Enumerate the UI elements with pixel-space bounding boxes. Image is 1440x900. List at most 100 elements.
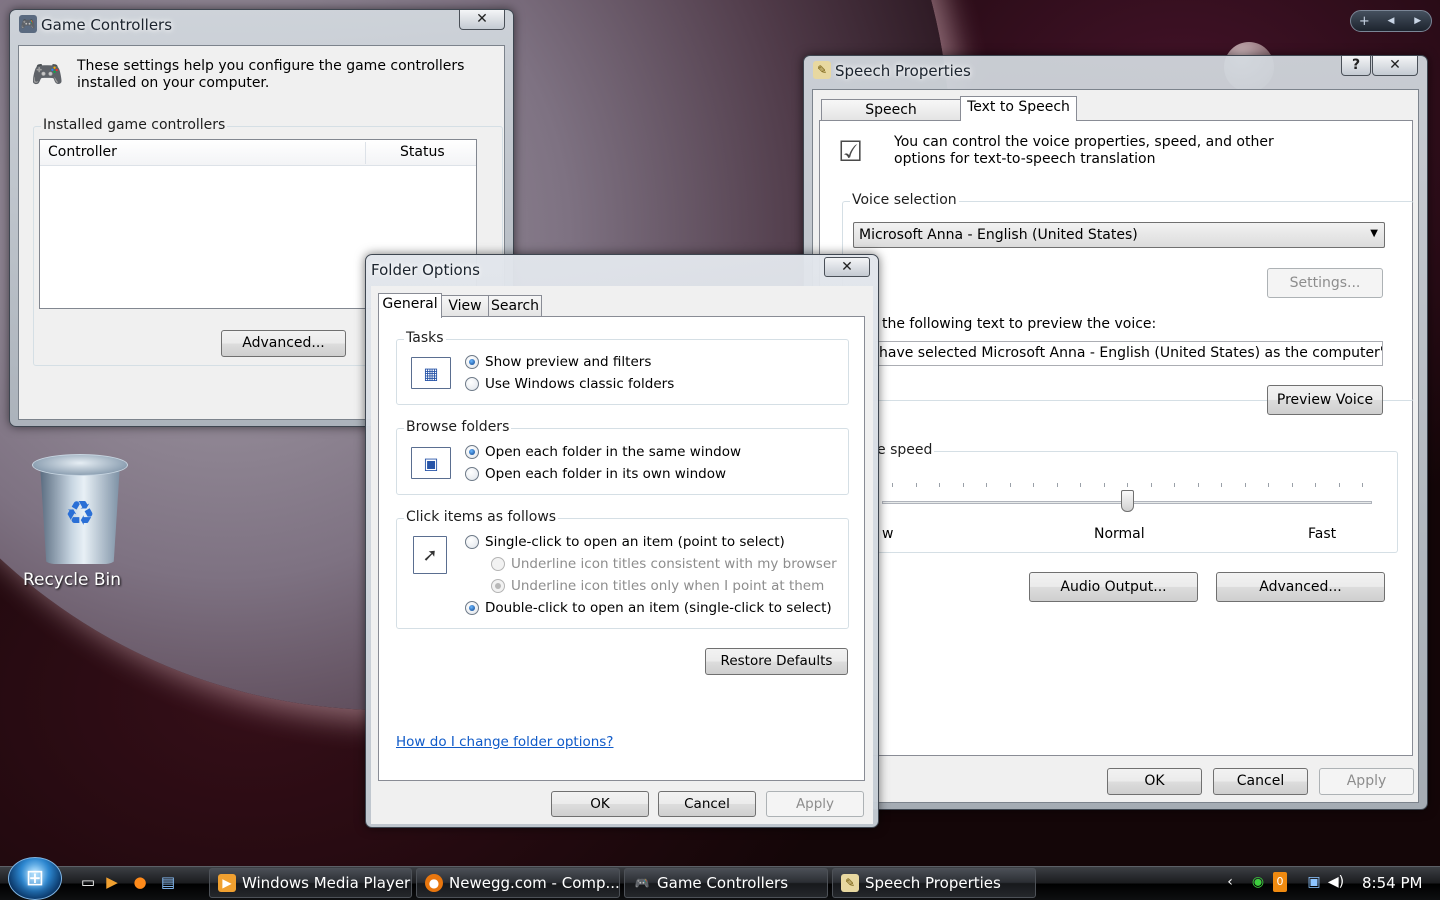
radio-label[interactable]: Open each folder in the same window	[485, 444, 741, 460]
column-header-controller[interactable]: Controller	[48, 144, 117, 160]
media-player-icon[interactable]: ▶	[102, 872, 122, 892]
speed-tick	[962, 483, 964, 487]
recycle-bin[interactable]: ♻ Recycle Bin	[18, 452, 128, 590]
media-player-icon: ▶	[218, 874, 236, 892]
preview-voice-button[interactable]: Preview Voice	[1267, 385, 1383, 415]
settings-button[interactable]: Settings...	[1267, 268, 1383, 298]
speed-slider-thumb[interactable]	[1121, 490, 1134, 512]
recycle-bin-label[interactable]: Recycle Bin	[18, 570, 126, 590]
sidebar-toggle[interactable]: + ◀ ▶	[1350, 10, 1432, 32]
radio-button[interactable]	[465, 535, 479, 549]
speed-tick	[892, 483, 893, 487]
radio-button[interactable]	[491, 579, 505, 593]
sidebar-next-icon[interactable]: ▶	[1404, 16, 1431, 26]
taskbar-button-label: Speech Properties	[865, 874, 1001, 892]
radio-label[interactable]: Use Windows classic folders	[485, 376, 674, 392]
show-hidden-icon[interactable]: ‹	[1220, 872, 1240, 892]
ok-button[interactable]: OK	[551, 791, 649, 817]
speech-properties-client: Speech Recognition Text to Speech ☑ You …	[812, 89, 1419, 803]
close-button[interactable]: ✕	[1372, 56, 1418, 76]
start-button[interactable]: ⊞	[8, 857, 62, 900]
game-controllers-titlebar[interactable]: 🎮 Game Controllers ✕	[10, 10, 513, 40]
advanced-button[interactable]: Advanced...	[221, 330, 346, 357]
speed-tick	[1338, 483, 1340, 487]
click-items-legend: Click items as follows	[404, 509, 559, 525]
taskbar-button-media-player[interactable]: ▶ Windows Media Player	[209, 868, 412, 898]
radio-label[interactable]: Underline icon titles only when I point …	[511, 578, 824, 594]
column-header-status[interactable]: Status	[400, 144, 445, 160]
apply-button[interactable]: Apply	[1319, 768, 1414, 795]
recycle-bin-icon[interactable]: ♻	[30, 452, 128, 570]
close-button[interactable]: ✕	[824, 257, 870, 277]
show-desktop-icon[interactable]: ▭	[78, 872, 98, 892]
taskbar-button-label: Newegg.com - Comp...	[449, 874, 620, 892]
radio-button[interactable]	[465, 467, 479, 481]
preview-text-input[interactable]: have selected Microsoft Anna - English (…	[875, 341, 1383, 366]
volume-icon[interactable]: ◀)	[1326, 872, 1346, 892]
radio-same-window[interactable]: Open each folder in the same window	[465, 444, 741, 460]
green-app-icon[interactable]: ◉	[1248, 872, 1268, 892]
ok-button[interactable]: OK	[1107, 768, 1202, 795]
radio-own-window[interactable]: Open each folder in its own window	[465, 466, 726, 482]
tab-search[interactable]: Search	[488, 295, 542, 317]
cancel-button[interactable]: Cancel	[1213, 768, 1308, 795]
speech-character-icon: ☑	[838, 135, 864, 168]
radio-button[interactable]	[465, 601, 479, 615]
help-button[interactable]: ?	[1341, 56, 1371, 76]
radio-underline-point[interactable]: Underline icon titles only when I point …	[491, 578, 824, 594]
sidebar-prev-icon[interactable]: ◀	[1378, 16, 1405, 26]
speed-fast-label: Fast	[1308, 526, 1337, 542]
browse-folders-legend: Browse folders	[404, 419, 512, 435]
firefox-icon: ●	[425, 874, 443, 892]
browse-folders-group: Browse folders ▣ Open each folder in the…	[396, 419, 849, 495]
speech-properties-titlebar[interactable]: ✎ Speech Properties ? ✕	[804, 56, 1427, 86]
radio-button[interactable]	[491, 557, 505, 571]
tab-speech-recognition[interactable]: Speech Recognition	[821, 99, 961, 138]
game-controller-icon: 🎮	[634, 876, 650, 890]
network-icon[interactable]: ▣	[1304, 872, 1324, 892]
speed-tick	[1197, 483, 1199, 487]
radio-button[interactable]	[465, 377, 479, 391]
taskbar-button-newegg[interactable]: ● Newegg.com - Comp...	[416, 868, 620, 898]
speed-tick	[1221, 483, 1222, 487]
taskbar-button-speech-properties[interactable]: ✎ Speech Properties	[832, 868, 1036, 898]
radio-double-click[interactable]: Double-click to open an item (single-cli…	[465, 600, 832, 616]
clock[interactable]: 8:54 PM	[1362, 874, 1422, 892]
radio-label[interactable]: Double-click to open an item (single-cli…	[485, 600, 832, 616]
switch-windows-icon[interactable]: ▤	[158, 872, 178, 892]
cancel-button[interactable]: Cancel	[658, 791, 756, 817]
orange-app-icon[interactable]: 0	[1273, 872, 1287, 892]
preview-label: the following text to preview the voice:	[882, 316, 1157, 332]
tab-view[interactable]: View	[441, 295, 489, 317]
tasks-group: Tasks ▦ Show preview and filters Use Win…	[396, 330, 849, 405]
speed-tick	[1291, 483, 1293, 487]
radio-show-preview[interactable]: Show preview and filters	[465, 354, 651, 370]
help-link[interactable]: How do I change folder options?	[396, 734, 613, 750]
restore-defaults-button[interactable]: Restore Defaults	[705, 648, 848, 675]
radio-label[interactable]: Underline icon titles consistent with my…	[511, 556, 837, 572]
close-button[interactable]: ✕	[459, 10, 505, 30]
sidebar-add-icon[interactable]: +	[1351, 14, 1378, 29]
radio-label[interactable]: Show preview and filters	[485, 354, 651, 370]
tab-general[interactable]: General	[378, 293, 442, 318]
apply-button[interactable]: Apply	[766, 791, 864, 817]
folder-options-titlebar[interactable]: Folder Options ✕	[366, 255, 878, 285]
voice-select[interactable]: Microsoft Anna - English (United States)…	[853, 222, 1385, 248]
click-items-group: Click items as follows ➚ Single-click to…	[396, 509, 849, 629]
tab-text-to-speech[interactable]: Text to Speech	[960, 96, 1077, 121]
advanced-button[interactable]: Advanced...	[1216, 572, 1385, 602]
column-divider[interactable]	[365, 142, 366, 164]
radio-single-click[interactable]: Single-click to open an item (point to s…	[465, 534, 785, 550]
radio-button[interactable]	[465, 355, 479, 369]
radio-button[interactable]	[465, 445, 479, 459]
firefox-icon[interactable]: ●	[130, 872, 150, 892]
text-to-speech-intro: You can control the voice properties, sp…	[894, 134, 1274, 167]
radio-label[interactable]: Open each folder in its own window	[485, 466, 726, 482]
taskbar-button-game-controllers[interactable]: 🎮 Game Controllers	[624, 868, 828, 898]
audio-output-button[interactable]: Audio Output...	[1029, 572, 1198, 602]
speech-icon: ✎	[813, 61, 831, 79]
radio-label[interactable]: Single-click to open an item (point to s…	[485, 534, 785, 550]
radio-underline-browser[interactable]: Underline icon titles consistent with my…	[491, 556, 837, 572]
radio-classic-folders[interactable]: Use Windows classic folders	[465, 376, 674, 392]
folder-options-title: Folder Options	[371, 261, 480, 279]
